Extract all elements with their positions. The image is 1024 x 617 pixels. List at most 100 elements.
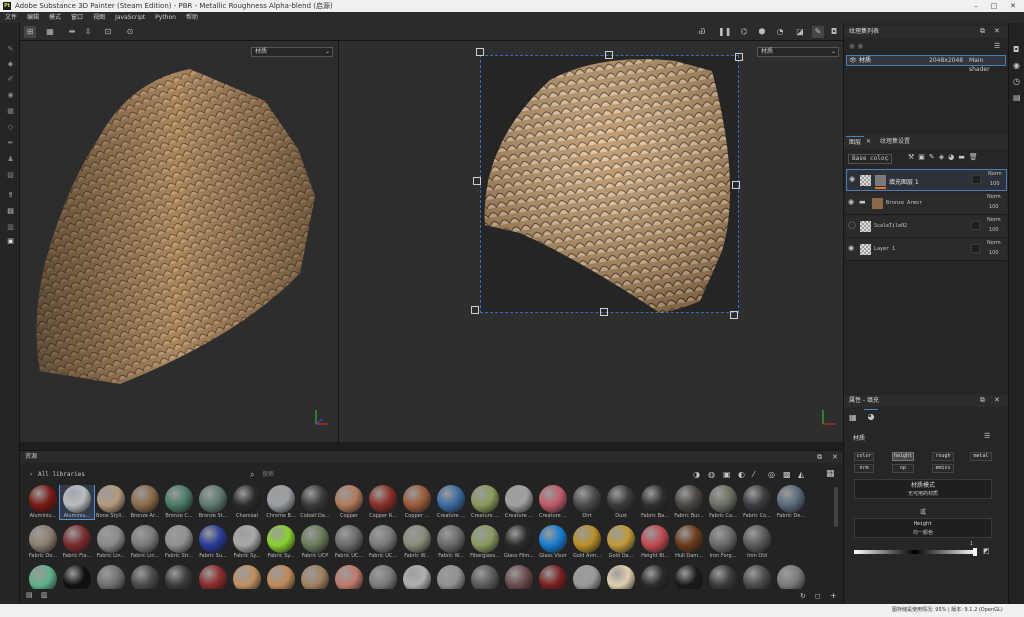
material-thumbnail[interactable]: Fabric UCP	[298, 525, 332, 559]
layer-eye-icon[interactable]: ◉	[848, 198, 854, 206]
layer-mask-slot[interactable]	[972, 175, 981, 184]
layer-opacity[interactable]: 100	[989, 250, 999, 256]
material-thumbnail[interactable]: Cobalt Da...	[298, 485, 332, 519]
document-icon[interactable]: ▣	[6, 237, 15, 246]
layer-opacity[interactable]: 100	[990, 181, 1000, 187]
grid-size-icon[interactable]: ▦	[826, 469, 835, 480]
material-thumbnail[interactable]: Fabric Bur...	[672, 485, 706, 519]
material-thumbnail[interactable]: Fabric Su...	[196, 525, 230, 559]
material-thumbnail[interactable]: Bronze Ar...	[128, 485, 162, 519]
material-thumbnail[interactable]	[434, 565, 468, 589]
layer-row-layer1[interactable]: ◉ Layer 1 Norm 100	[846, 239, 1007, 261]
layers-icon[interactable]: ◉	[1013, 61, 1020, 70]
close-layers-tab-icon[interactable]: ✕	[866, 136, 871, 148]
add-mask-icon[interactable]: ▣	[918, 153, 929, 161]
material-thumbnail[interactable]: Fabric UC...	[332, 525, 366, 559]
material-thumbnail[interactable]	[706, 565, 740, 589]
library-selector[interactable]: All libraries	[38, 469, 85, 480]
symmetry-y-icon[interactable]: ⇳	[82, 26, 94, 38]
layer-eye-off-icon[interactable]: ◯	[848, 221, 856, 229]
material-thumbnail[interactable]: Iron Forg...	[706, 525, 740, 559]
screenshot-icon[interactable]: ◘	[828, 26, 840, 38]
material-thumbnail[interactable]	[26, 565, 60, 589]
material-thumbnail[interactable]	[332, 565, 366, 589]
add-smart-material-icon[interactable]: ◕	[948, 153, 958, 161]
material-thumbnail[interactable]	[570, 565, 604, 589]
picker-icon[interactable]: ✒	[6, 139, 15, 148]
texset-eye-icon[interactable]: 👁	[849, 56, 857, 65]
channel-metal-button[interactable]: metal	[970, 452, 992, 461]
layer-blend-mode[interactable]: Norm	[988, 171, 1002, 177]
material-thumbnail[interactable]: Hull Dam...	[672, 525, 706, 559]
menu-mode[interactable]: 模式	[44, 12, 66, 23]
height-slider[interactable]	[854, 550, 976, 554]
material-thumbnail[interactable]	[536, 565, 570, 589]
material-thumbnail[interactable]	[94, 565, 128, 589]
close-assets-icon[interactable]: ✕	[832, 453, 838, 461]
material-thumbnail[interactable]: Creature ...	[468, 485, 502, 519]
pause-icon[interactable]: ❚❚	[718, 26, 731, 38]
material-thumbnail[interactable]: Fabric Lin...	[128, 525, 162, 559]
layer-row-scaletile[interactable]: ◯ ScaleTile02 Norm 100	[846, 216, 1007, 238]
add-fill-layer-icon[interactable]: ◈	[939, 153, 948, 161]
material-thumbnail[interactable]	[230, 565, 264, 589]
transform-handle-t[interactable]	[605, 51, 613, 59]
channel-emiss-button[interactable]: emiss	[932, 464, 954, 473]
stamp-icon[interactable]: ♟	[6, 155, 15, 164]
shelf-icon[interactable]: ▥	[6, 223, 15, 232]
material-thumbnail[interactable]	[638, 565, 672, 589]
close-texset-icon[interactable]: ✕	[994, 27, 1000, 35]
channel-select[interactable]: Base color ⌄	[848, 154, 892, 164]
channel-rough-button[interactable]: rough	[932, 452, 954, 461]
history-icon[interactable]: ◷	[1013, 77, 1020, 86]
add-paint-layer-icon[interactable]: ✎	[929, 153, 939, 161]
menu-window[interactable]: 窗口	[66, 12, 88, 23]
refresh-icon[interactable]: ↻	[800, 592, 806, 600]
search-input[interactable]: 搜索	[262, 469, 274, 480]
display-mode-icon[interactable]: ⬢	[756, 26, 768, 38]
layer-mask-slot[interactable]	[971, 221, 980, 230]
material-thumbnail[interactable]	[468, 565, 502, 589]
viewport-2d[interactable]: 材质 ⌄	[339, 41, 843, 442]
channel-op-button[interactable]: op	[892, 464, 914, 473]
camera-settings-icon[interactable]: ⊙	[124, 26, 136, 38]
material-thumbnail[interactable]: Fabric Fla...	[60, 525, 94, 559]
add-asset-icon[interactable]: +	[830, 591, 837, 600]
frame-icon[interactable]: ⊡	[102, 26, 114, 38]
transform-handle-b[interactable]	[600, 308, 608, 316]
material-mode-box[interactable]: 材质模式 无可用的材质	[854, 479, 992, 499]
material-thumbnail[interactable]: Copper ...	[400, 485, 434, 519]
layer-row-fill[interactable]: ◉ 填充图层 1 Norm 100	[846, 169, 1007, 191]
filter-particles-icon[interactable]: ◎	[768, 469, 775, 480]
filter-smart-materials-icon[interactable]: ◍	[708, 469, 715, 480]
material-thumbnail[interactable]	[298, 565, 332, 589]
material-thumbnail[interactable]: Fabric Sy...	[264, 525, 298, 559]
close-properties-icon[interactable]: ✕	[994, 396, 1000, 404]
render-icon[interactable]: ◪	[794, 26, 806, 38]
material-thumbnail[interactable]	[366, 565, 400, 589]
material-menu-icon[interactable]: ☰	[984, 432, 990, 440]
material-thumbnail[interactable]	[740, 565, 774, 589]
symmetry-x-icon[interactable]: ⇹	[66, 26, 78, 38]
texset-menu-icon[interactable]: ☰	[994, 42, 1000, 50]
eraser-icon[interactable]: ◆	[6, 60, 15, 69]
material-thumbnail[interactable]: Fabric W...	[434, 525, 468, 559]
random-icon[interactable]: ◩	[983, 547, 990, 555]
material-thumbnail[interactable]	[162, 565, 196, 589]
folder-icon[interactable]: ▥	[41, 591, 48, 599]
layer-blend-mode[interactable]: Norm	[987, 194, 1001, 200]
filter-brushes-icon[interactable]: ⁄	[753, 469, 754, 480]
material-thumbnail[interactable]: Gold Da...	[604, 525, 638, 559]
menu-edit[interactable]: 编辑	[22, 12, 44, 23]
paint-brush-icon[interactable]: ✎	[6, 45, 15, 54]
material-thumbnail[interactable]: Height Bl...	[638, 525, 672, 559]
material-thumbnail[interactable]: Glass Visor	[536, 525, 570, 559]
split-view-icon[interactable]: ▦	[44, 26, 56, 38]
layer-opacity[interactable]: 100	[989, 204, 999, 210]
filter-procedurals-icon[interactable]: ▩	[783, 469, 791, 480]
material-thumbnail[interactable]: Creature ...	[536, 485, 570, 519]
material-thumbnail[interactable]: Fabric Sy...	[230, 525, 264, 559]
projection-icon[interactable]: ✐	[6, 75, 15, 84]
material-thumbnail[interactable]: Copper R...	[366, 485, 400, 519]
layer-eye-icon[interactable]: ◉	[849, 175, 855, 183]
